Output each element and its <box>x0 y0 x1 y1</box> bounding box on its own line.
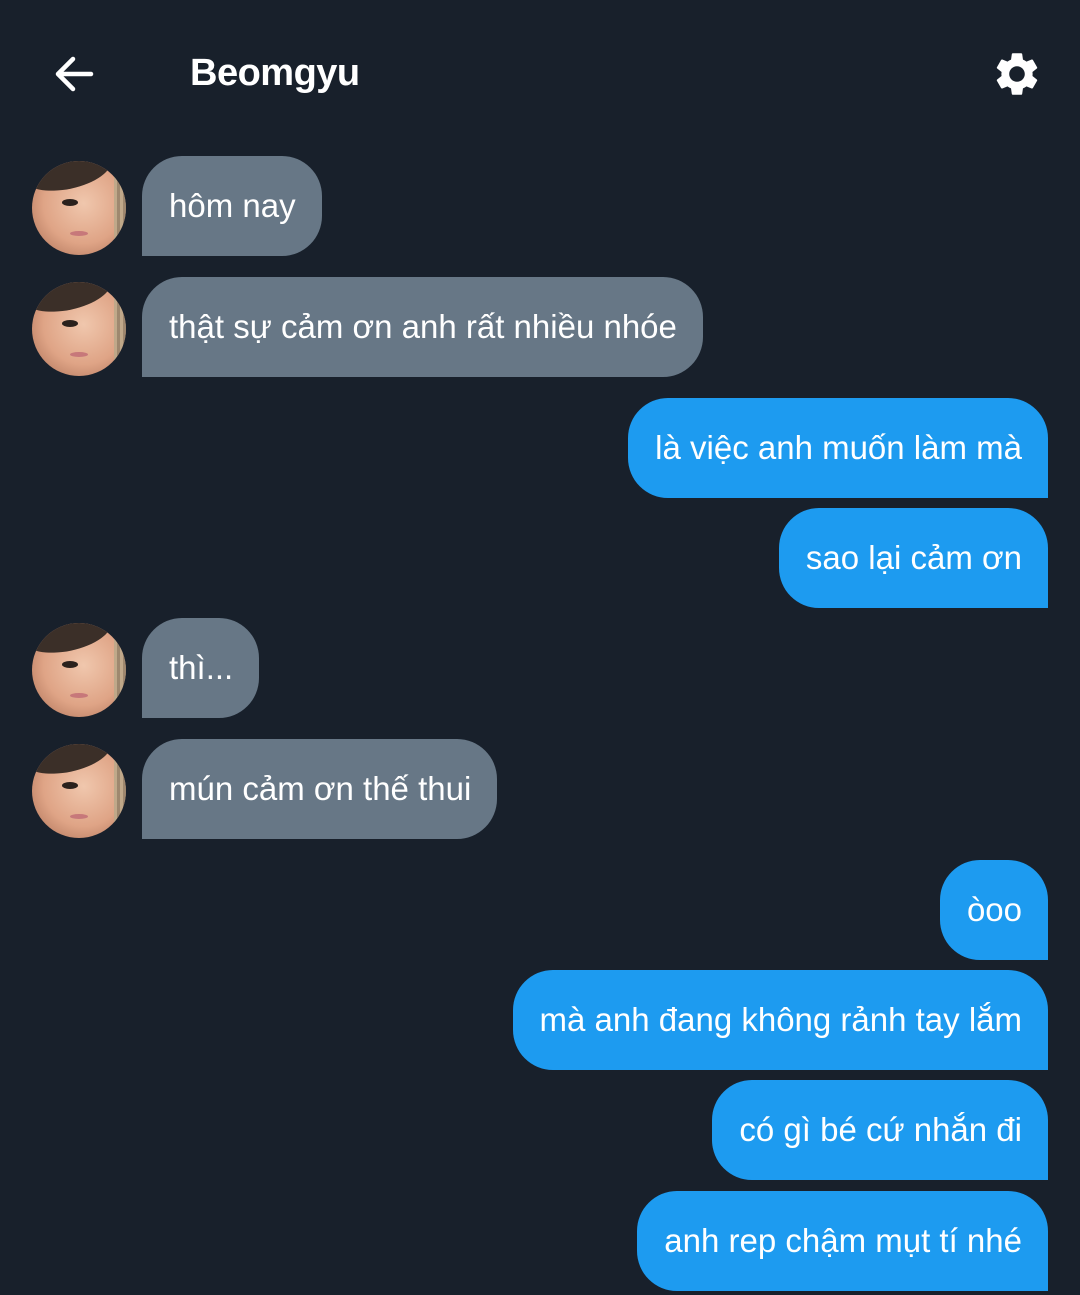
back-button[interactable] <box>44 44 104 104</box>
message-outgoing[interactable]: anh rep chậm mụt tí nhé <box>637 1191 1048 1291</box>
chat-title: Beomgyu <box>190 52 360 94</box>
avatar[interactable] <box>32 282 126 376</box>
message-outgoing[interactable]: có gì bé cứ nhắn đi <box>712 1080 1048 1180</box>
message-outgoing[interactable]: là việc anh muốn làm mà <box>628 398 1048 498</box>
message-outgoing[interactable]: sao lại cảm ơn <box>778 508 1048 608</box>
arrow-left-icon <box>55 56 94 92</box>
gear-icon <box>996 53 1038 95</box>
avatar[interactable] <box>32 744 126 838</box>
message-outgoing[interactable]: òoo <box>939 860 1048 960</box>
message-incoming[interactable]: thì... <box>142 618 260 718</box>
avatar[interactable] <box>32 623 126 717</box>
avatar[interactable] <box>32 161 126 255</box>
message-incoming[interactable]: thật sự cảm ơn anh rất nhiều nhóe <box>142 277 703 377</box>
message-incoming[interactable]: hôm nay <box>142 156 322 256</box>
message-outgoing[interactable]: mà anh đang không rảnh tay lắm <box>512 970 1048 1070</box>
chat-header: Beomgyu <box>0 0 1080 150</box>
message-incoming[interactable]: mún cảm ơn thế thui <box>142 739 498 839</box>
settings-button[interactable] <box>985 42 1049 106</box>
